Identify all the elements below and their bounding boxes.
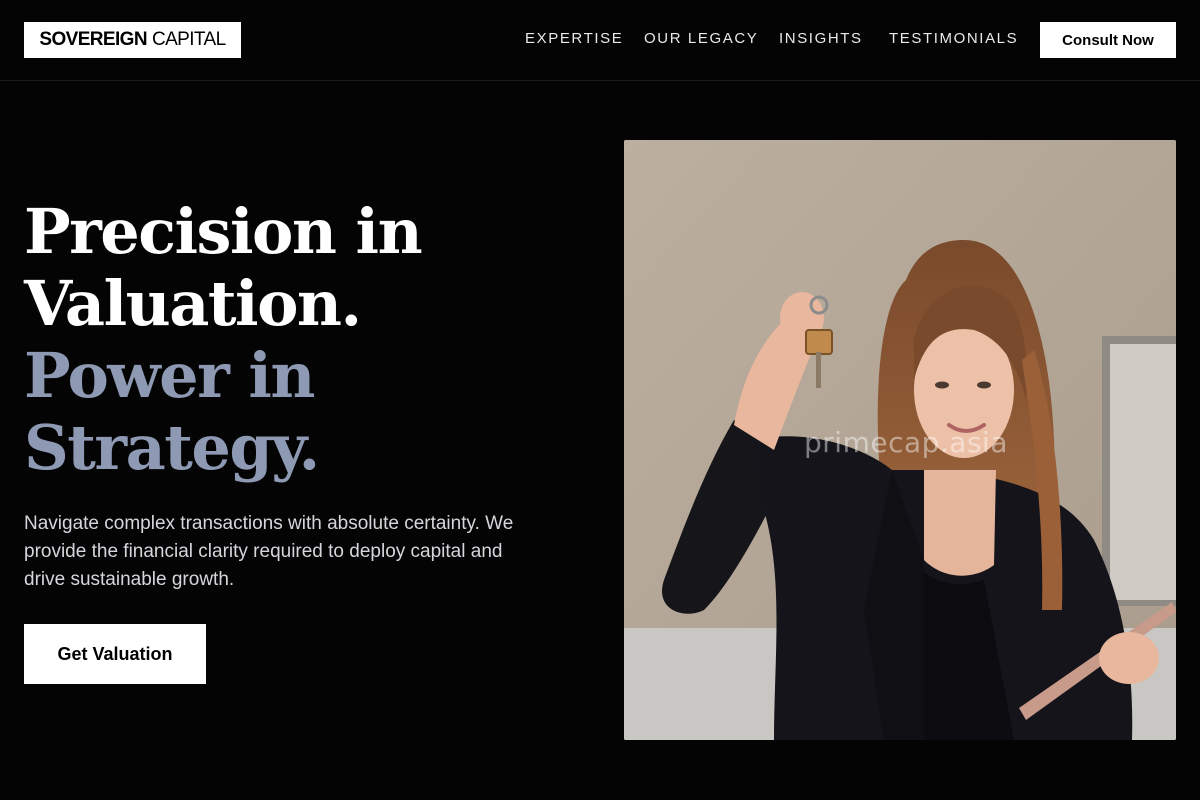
nav-link-testimonials[interactable]: TESTIMONIALS bbox=[889, 30, 1018, 47]
hero-subtext: Navigate complex transactions with absol… bbox=[24, 513, 514, 590]
hero-photo: primecap.asia bbox=[624, 140, 1176, 740]
consult-now-button[interactable]: Consult Now bbox=[1040, 22, 1176, 58]
headline-line-4: Strategy. bbox=[24, 411, 320, 484]
headline-line-1: Precision in bbox=[24, 195, 423, 268]
nav-link-our-legacy[interactable]: OUR LEGACY bbox=[644, 30, 758, 47]
logo-light-text: CAPITAL bbox=[151, 29, 226, 50]
nav-link-expertise[interactable]: EXPERTISE bbox=[525, 30, 623, 47]
hero-headline: Precision in Valuation. Power in Strateg… bbox=[24, 195, 423, 484]
logo[interactable]: SOVEREIGN CAPITAL bbox=[24, 22, 241, 58]
photo-watermark: primecap.asia bbox=[804, 426, 1008, 459]
get-valuation-button[interactable]: Get Valuation bbox=[24, 624, 206, 684]
logo-bold-text: SOVEREIGN bbox=[39, 29, 147, 50]
headline-line-2: Valuation. bbox=[24, 267, 362, 340]
nav-link-insights[interactable]: INSIGHTS bbox=[779, 30, 863, 47]
site-header: SOVEREIGN CAPITAL EXPERTISE OUR LEGACY IN… bbox=[0, 0, 1200, 81]
headline-line-3: Power in bbox=[24, 339, 316, 412]
